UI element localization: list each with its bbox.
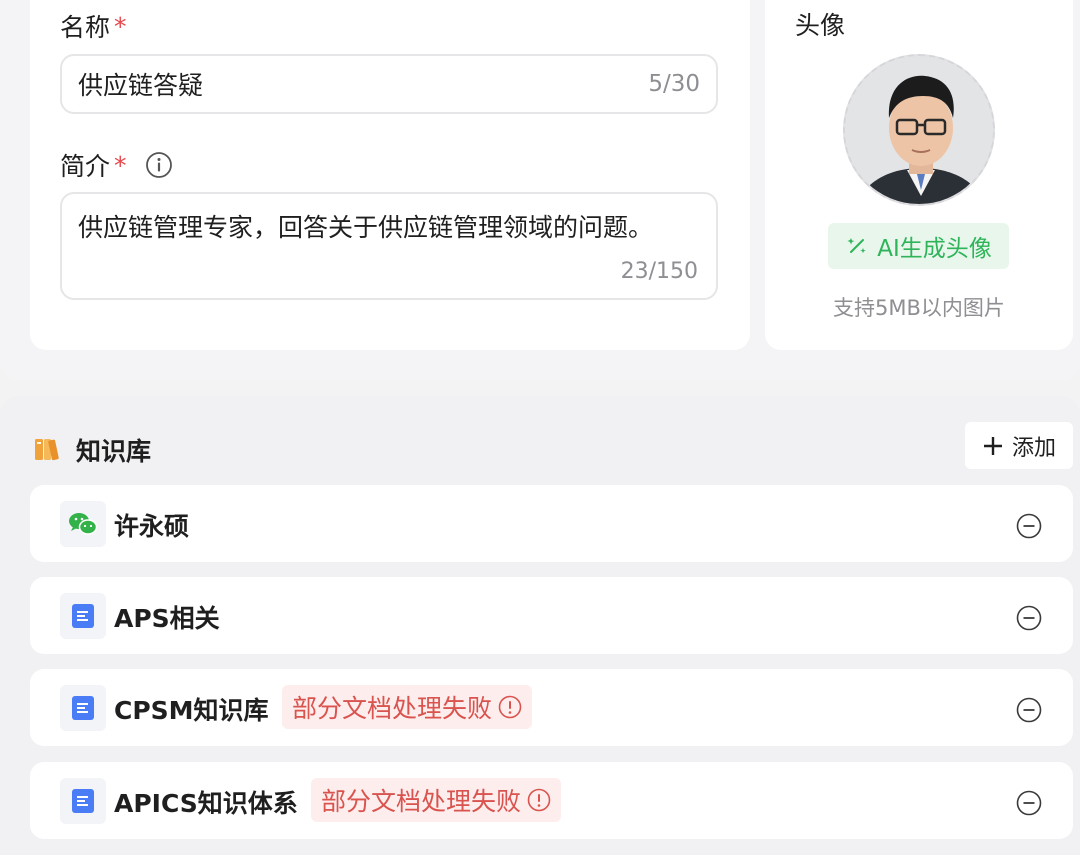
ai-generate-avatar-label: AI生成头像 <box>877 236 992 262</box>
processing-failed-badge: 部分文档处理失败 <box>311 778 562 822</box>
books-icon <box>34 436 60 466</box>
knowledge-base-title: 知识库 <box>76 437 152 466</box>
knowledge-item-name: CPSM知识库 <box>114 696 269 725</box>
remove-circle-icon[interactable] <box>1016 697 1042 723</box>
remove-circle-icon[interactable] <box>1016 513 1042 539</box>
description-char-counter: 23/150 <box>620 259 698 284</box>
info-icon[interactable] <box>145 151 173 179</box>
remove-circle-icon[interactable] <box>1016 605 1042 631</box>
name-input-value[interactable]: 供应链答疑 <box>78 66 648 102</box>
plus-icon <box>983 436 1002 455</box>
avatar-upload-hint: 支持5MB以内图片 <box>833 296 1005 320</box>
document-icon <box>60 778 106 824</box>
name-char-counter: 5/30 <box>648 71 700 97</box>
knowledge-item-name: APS相关 <box>114 604 220 633</box>
wechat-icon <box>60 501 106 547</box>
name-input[interactable]: 供应链答疑 5/30 <box>60 54 718 114</box>
avatar[interactable] <box>843 54 995 206</box>
document-icon <box>60 685 106 731</box>
document-icon <box>60 593 106 639</box>
required-mark: * <box>114 11 127 41</box>
knowledge-item[interactable]: APICS知识体系 部分文档处理失败 <box>30 762 1073 839</box>
basic-info-card: 名称 * 供应链答疑 5/30 简介 * 供应链管理专家，回答关于供应链管理领域的问… <box>30 0 750 350</box>
knowledge-item-name: 许永硕 <box>114 512 190 541</box>
description-label: 简介 * <box>60 147 173 183</box>
description-value[interactable]: 供应链管理专家，回答关于供应链管理领域的问题。 <box>78 208 653 244</box>
avatar-title: 头像 <box>795 11 846 40</box>
remove-circle-icon[interactable] <box>1016 790 1042 816</box>
knowledge-item[interactable]: 许永硕 <box>30 485 1073 562</box>
bot-basic-settings: 名称 * 供应链答疑 5/30 简介 * 供应链管理专家，回答关于供应链管理领域的问… <box>0 0 1080 380</box>
add-knowledge-label: 添加 <box>1011 435 1056 461</box>
name-label: 名称 * <box>60 11 127 43</box>
magic-wand-icon <box>847 238 867 254</box>
description-textarea[interactable]: 供应链管理专家，回答关于供应链管理领域的问题。 23/150 <box>60 192 718 300</box>
processing-failed-text: 部分文档处理失败 <box>292 694 493 723</box>
knowledge-item[interactable]: APS相关 <box>30 577 1073 654</box>
processing-failed-badge: 部分文档处理失败 <box>282 685 533 729</box>
knowledge-item[interactable]: CPSM知识库 部分文档处理失败 <box>30 669 1073 746</box>
ai-generate-avatar-button[interactable]: AI生成头像 <box>828 223 1009 269</box>
knowledge-item-name: APICS知识体系 <box>114 789 298 818</box>
avatar-card: 头像 AI生成头像 支持5MB以内图片 <box>765 0 1073 350</box>
warning-circle-icon <box>498 695 522 719</box>
add-knowledge-button[interactable]: 添加 <box>965 422 1073 469</box>
required-mark: * <box>114 150 127 180</box>
warning-circle-icon <box>527 788 551 812</box>
processing-failed-text: 部分文档处理失败 <box>321 787 522 816</box>
